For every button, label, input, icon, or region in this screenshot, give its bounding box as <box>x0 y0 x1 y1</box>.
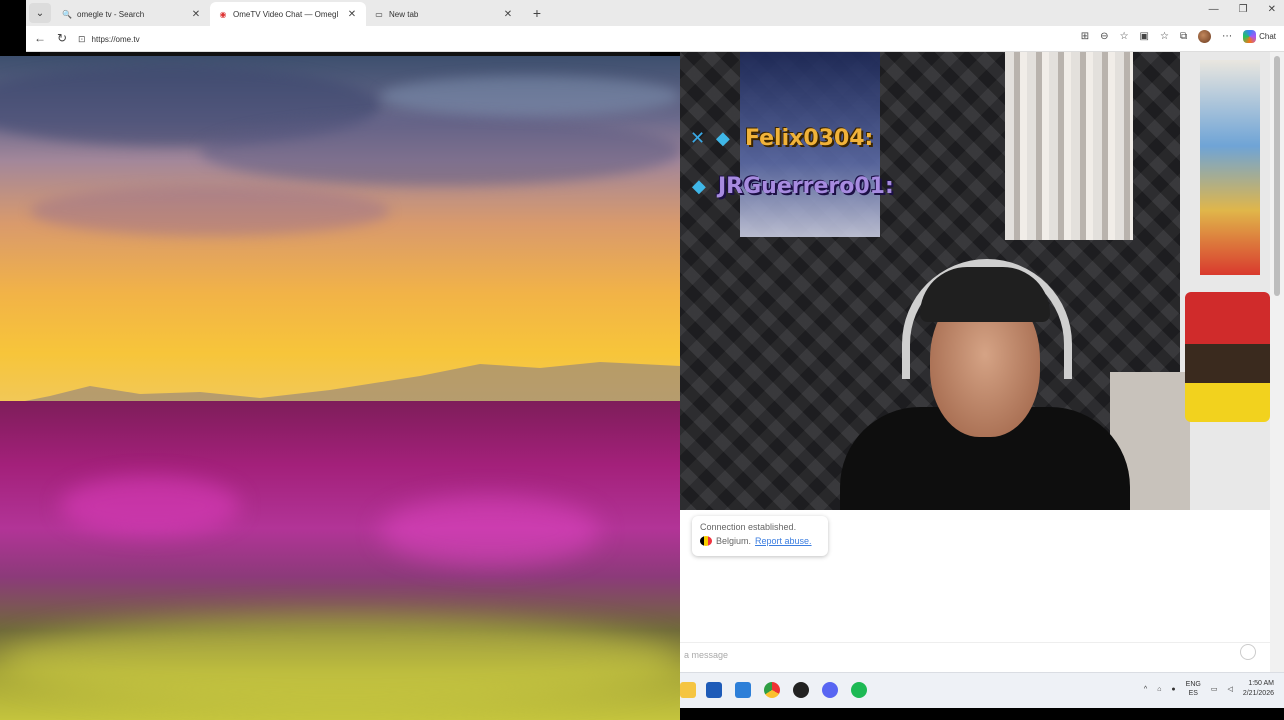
tab-title: OmeTV Video Chat — Omegl <box>233 9 339 19</box>
page-scrollbar[interactable] <box>1270 52 1284 672</box>
extensions-icon[interactable]: ⧉ <box>1180 31 1187 42</box>
country-line: Belgium. Report abuse. <box>700 536 820 546</box>
record-icon: ◉ <box>219 9 227 19</box>
copilot-icon <box>1243 30 1257 43</box>
connection-text: Connection established. <box>700 522 797 532</box>
refresh-icon[interactable]: ↻ <box>57 31 67 45</box>
connection-status-card: Connection established. Belgium. Report … <box>692 516 828 556</box>
tab-ometv[interactable]: ◉ OmeTV Video Chat — Omegl ✕ <box>210 2 366 26</box>
language-indicator[interactable]: ENG ES <box>1186 680 1201 698</box>
belgium-flag-icon <box>700 536 712 546</box>
system-tray: ^ ⌂ ● ENG ES ▭ ◁ 1:50 AM 2/21/2026 <box>1144 679 1274 699</box>
tab-title: New tab <box>389 9 419 19</box>
tab-strip: ⌄ 🔍 omegle tv - Search ✕ ◉ OmeTV Video C… <box>0 0 1284 56</box>
streamer <box>780 257 1130 510</box>
new-tab-button[interactable]: + <box>528 4 546 22</box>
flower-cluster <box>380 496 600 566</box>
address-bar[interactable]: ⊡ https://ome.tv <box>78 29 1108 49</box>
chat-label: Chat <box>1259 32 1276 41</box>
avatar[interactable] <box>1198 30 1212 43</box>
site-info-icon[interactable]: ⊡ <box>78 34 86 45</box>
overlay-name-1: Felix0304: <box>745 126 874 151</box>
chat-area: Connection established. Belgium. Report … <box>680 510 1270 672</box>
clock[interactable]: 1:50 AM 2/21/2026 <box>1243 679 1274 699</box>
lang-top: ENG <box>1185 681 1201 688</box>
scrollbar-thumb[interactable] <box>1274 56 1280 296</box>
discord-icon[interactable] <box>822 682 838 698</box>
clock-time: 1:50 AM <box>1248 680 1274 687</box>
lang-bottom: ES <box>1188 690 1198 697</box>
yellow-flowers <box>0 616 680 706</box>
spotify-icon[interactable] <box>851 682 867 698</box>
collage-poster <box>1005 52 1133 240</box>
message-input[interactable]: a message <box>680 642 1270 666</box>
mountains <box>0 362 680 406</box>
flower-cluster <box>60 476 240 536</box>
tab-new-tab[interactable]: ▭ New tab ✕ <box>366 2 522 26</box>
browser-toolbar: ← ↻ ⊡ https://ome.tv ⊞ ⊖ ☆ ▣ ☆ ⧉ ⋯ Chat <box>26 26 1284 52</box>
plus-icon: + <box>532 5 542 21</box>
cloud <box>380 76 680 116</box>
toolbar-icons: ⊞ ⊖ ☆ ▣ ☆ ⧉ ⋯ Chat <box>1081 30 1276 43</box>
tab-search-menu-button[interactable]: ⌄ <box>29 3 51 23</box>
close-icon[interactable]: ✕ <box>346 9 358 20</box>
cartoon-poster <box>1200 60 1260 275</box>
cube-icon: ◆ <box>716 128 730 148</box>
chevron-up-icon[interactable]: ^ <box>1144 686 1147 693</box>
star-icon[interactable]: ☆ <box>1120 31 1129 42</box>
clock-date: 2/21/2026 <box>1242 690 1274 697</box>
cube-icon: ◆ <box>692 176 706 196</box>
cap <box>920 267 1050 322</box>
country-text: Belgium. <box>716 536 752 546</box>
tab-omegle-search[interactable]: 🔍 omegle tv - Search ✕ <box>54 2 210 26</box>
favorites-icon[interactable]: ☆ <box>1160 31 1169 42</box>
tab-title: omegle tv - Search <box>77 9 145 19</box>
url-text: https://ome.tv <box>91 34 140 44</box>
window-controls: — ❐ ✕ <box>1209 4 1276 15</box>
landscape-wallpaper <box>0 56 680 720</box>
taskbar: ^ ⌂ ● ENG ES ▭ ◁ 1:50 AM 2/21/2026 <box>680 672 1284 708</box>
mic-icon[interactable]: ● <box>1171 686 1175 693</box>
emoji-icon[interactable] <box>1240 644 1256 660</box>
stranger-video: ✕ ◆ Felix0304: ◆ JRGuerrero01: <box>680 52 1270 510</box>
close-window-icon[interactable]: ✕ <box>1268 4 1276 15</box>
cloud <box>200 116 680 186</box>
display-icon[interactable]: ▭ <box>1211 685 1218 693</box>
left-black-edge <box>0 0 26 56</box>
report-abuse-link[interactable]: Report abuse. <box>755 536 812 546</box>
cloud <box>30 186 390 236</box>
network-icon[interactable]: ⌂ <box>1157 686 1161 693</box>
overlay-name-2: JRGuerrero01: <box>718 174 894 199</box>
search-icon: 🔍 <box>62 9 72 19</box>
bottom-black-edge <box>680 708 1284 720</box>
app-icon[interactable] <box>793 682 809 698</box>
close-icon[interactable]: ✕ <box>502 9 514 20</box>
chrome-icon[interactable] <box>764 682 780 698</box>
loading-bar <box>40 52 650 56</box>
volume-icon[interactable]: ◁ <box>1227 685 1232 693</box>
camera-icon[interactable]: ▣ <box>1140 31 1149 42</box>
copilot-chat-button[interactable]: Chat <box>1243 30 1276 43</box>
chevron-down-icon: ⌄ <box>35 7 45 19</box>
edge-icon[interactable] <box>735 682 751 698</box>
message-placeholder: a message <box>684 650 729 660</box>
close-icon[interactable]: ✕ <box>190 9 202 20</box>
minimize-icon[interactable]: — <box>1209 4 1219 15</box>
restore-icon[interactable]: ❐ <box>1239 4 1248 15</box>
reader-icon[interactable]: ⊖ <box>1100 31 1108 42</box>
newtab-icon: ▭ <box>375 9 383 19</box>
more-icon[interactable]: ⋯ <box>1222 31 1232 42</box>
file-explorer-icon[interactable] <box>680 682 696 698</box>
shelf-items <box>1185 292 1270 422</box>
back-icon[interactable]: ← <box>34 31 46 45</box>
store-icon[interactable] <box>706 682 722 698</box>
apps-icon[interactable]: ⊞ <box>1081 31 1089 42</box>
sword-icon: ✕ <box>690 128 706 148</box>
